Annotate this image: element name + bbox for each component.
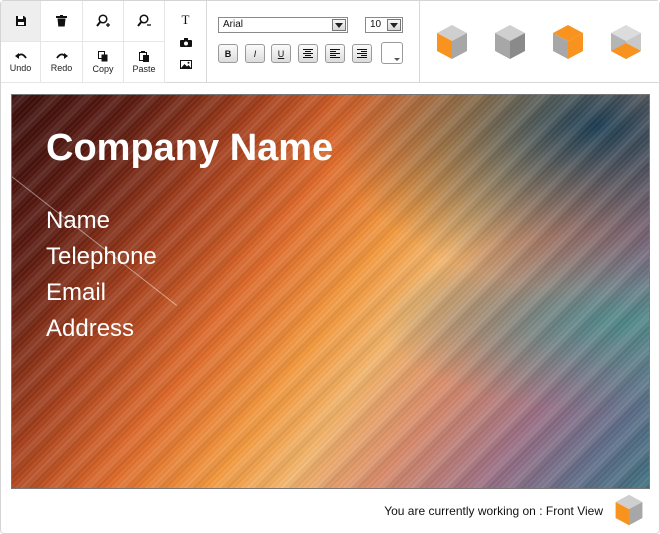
align-center-icon	[303, 49, 313, 58]
zoom-in-icon	[96, 14, 110, 27]
italic-button[interactable]: I	[245, 44, 265, 63]
bold-button[interactable]: B	[218, 44, 238, 63]
email-text[interactable]: Email	[46, 279, 106, 307]
bold-label: B	[224, 48, 232, 59]
design-canvas[interactable]: Company Name Name Telephone Email Addres…	[11, 94, 650, 489]
redo-icon	[55, 52, 68, 59]
view-back-button[interactable]	[493, 23, 527, 61]
image-icon	[179, 59, 192, 69]
italic-label: I	[253, 48, 257, 59]
chevron-down-icon	[387, 19, 401, 31]
underline-button[interactable]: U	[271, 44, 291, 63]
view-selector	[421, 1, 659, 83]
undo-button[interactable]: Undo	[1, 42, 41, 83]
cube-front-icon	[437, 25, 467, 59]
cube-front-icon	[615, 494, 643, 526]
align-right-button[interactable]	[352, 44, 372, 63]
font-family-select[interactable]: Arial	[218, 17, 348, 33]
save-button[interactable]	[1, 1, 41, 42]
copy-label: Copy	[92, 63, 114, 74]
zoom-out-icon	[137, 14, 151, 27]
text-icon: T	[181, 12, 190, 27]
name-text[interactable]: Name	[46, 207, 110, 235]
view-front-button[interactable]	[435, 23, 469, 61]
toolbar: Undo Redo Copy Paste T Arial 10 B I U	[1, 1, 659, 83]
telephone-text[interactable]: Telephone	[46, 243, 157, 271]
font-family-value: Arial	[223, 19, 244, 30]
copy-button[interactable]: Copy	[83, 42, 124, 83]
chevron-down-icon	[332, 19, 346, 31]
text-format-panel: Arial 10 B I U	[208, 1, 420, 83]
camera-icon	[179, 37, 192, 47]
trash-icon	[56, 15, 67, 27]
zoom-in-button[interactable]	[83, 1, 124, 42]
add-text-button[interactable]: T	[173, 11, 199, 29]
copy-icon	[98, 50, 108, 61]
address-text[interactable]: Address	[46, 315, 134, 343]
edit-tools: Undo Redo Copy Paste	[1, 1, 165, 83]
text-color-picker[interactable]	[381, 42, 403, 64]
add-image-button[interactable]	[173, 55, 199, 73]
cube-bottom-icon	[611, 25, 641, 59]
align-left-button[interactable]	[325, 44, 345, 63]
undo-label: Undo	[9, 62, 32, 73]
undo-icon	[14, 52, 27, 59]
font-size-value: 10	[370, 19, 382, 30]
redo-label: Redo	[50, 62, 73, 73]
zoom-out-button[interactable]	[124, 1, 165, 42]
cube-back-icon	[495, 25, 525, 59]
view-bottom-button[interactable]	[609, 23, 643, 61]
align-center-button[interactable]	[298, 44, 318, 63]
cube-side-icon	[553, 25, 583, 59]
insert-tools: T	[165, 1, 207, 83]
company-name-text[interactable]: Company Name	[46, 127, 333, 170]
redo-button[interactable]: Redo	[41, 42, 83, 83]
add-photo-button[interactable]	[173, 33, 199, 51]
align-left-icon	[330, 49, 340, 58]
business-card-editor: Undo Redo Copy Paste T Arial 10 B I U Co…	[0, 0, 660, 534]
align-right-icon	[357, 49, 367, 58]
paste-button[interactable]: Paste	[124, 42, 165, 83]
delete-button[interactable]	[41, 1, 83, 42]
font-size-select[interactable]: 10	[365, 17, 403, 33]
paste-label: Paste	[132, 63, 156, 74]
view-side-button[interactable]	[551, 23, 585, 61]
current-view-indicator	[613, 493, 645, 527]
floppy-icon	[15, 16, 26, 26]
paste-icon	[139, 50, 149, 62]
underline-label: U	[277, 48, 285, 59]
status-text: You are currently working on : Front Vie…	[384, 504, 603, 518]
